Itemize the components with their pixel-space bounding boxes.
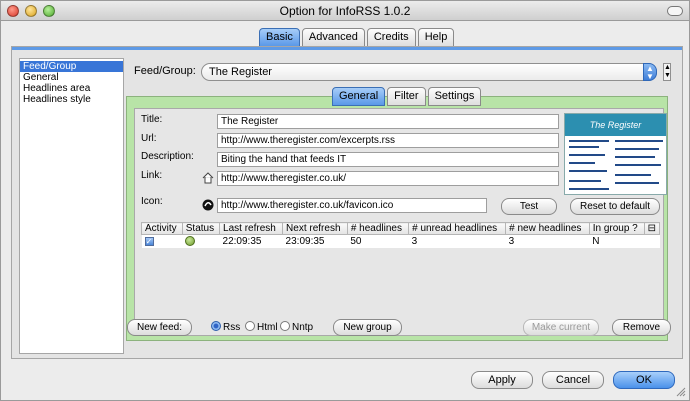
last-refresh-cell: 22:09:35 (219, 234, 283, 248)
column-last-refresh[interactable]: Last refresh (219, 222, 284, 235)
next-refresh-cell: 23:09:35 (282, 234, 348, 248)
main-tabs: Basic Advanced Credits Help (259, 28, 455, 48)
feed-stepper[interactable]: ▲ ▼ (663, 63, 671, 81)
feed-status-table: Activity Status Last refresh Next refres… (141, 222, 661, 248)
column-new-headlines[interactable]: # new headlines (505, 222, 590, 235)
title-bar: Option for InfoRSS 1.0.2 (1, 1, 689, 21)
remove-button[interactable]: Remove (612, 319, 671, 336)
headlines-cell: 50 (347, 234, 409, 248)
feed-group-selected: The Register (209, 66, 272, 78)
tab-general[interactable]: General (332, 87, 386, 106)
table-header-row: Activity Status Last refresh Next refres… (141, 222, 661, 235)
resize-grip-icon[interactable] (676, 387, 686, 397)
radio-nntp-label: Nntp (292, 322, 314, 333)
radio-rss[interactable]: Rss (211, 321, 240, 333)
unread-cell: 3 (408, 234, 506, 248)
tab-settings[interactable]: Settings (427, 87, 482, 106)
sidebar-item-feed-group[interactable]: Feed/Group (20, 61, 123, 72)
radio-rss-dot[interactable] (211, 321, 221, 331)
title-field[interactable]: The Register (217, 114, 559, 129)
radio-html-label: Html (257, 322, 278, 333)
sidebar-item-headlines-style[interactable]: Headlines style (20, 94, 123, 105)
close-window-button[interactable] (7, 5, 19, 17)
feed-group-select[interactable]: The Register ▲ ▼ (201, 63, 657, 81)
link-field[interactable]: http://www.theregister.co.uk/ (217, 171, 559, 186)
title-label: Title: (141, 114, 163, 125)
in-group-cell: N (589, 234, 645, 248)
icon-url-field[interactable]: http://www.theregister.co.uk/favicon.ico (217, 198, 487, 213)
preview-banner: The Register (565, 114, 666, 136)
url-field[interactable]: http://www.theregister.com/excerpts.rss (217, 133, 559, 148)
column-next-refresh[interactable]: Next refresh (282, 222, 348, 235)
new-cell: 3 (505, 234, 590, 248)
apply-button[interactable]: Apply (471, 371, 533, 389)
radio-html-dot[interactable] (245, 321, 255, 331)
toolbar-toggle-button[interactable] (667, 6, 683, 16)
make-current-button[interactable]: Make current (523, 319, 599, 336)
status-indicator-icon (185, 236, 196, 247)
column-status[interactable]: Status (181, 222, 221, 235)
sidebar: Feed/Group General Headlines area Headli… (19, 58, 124, 354)
radio-rss-label: Rss (223, 322, 241, 333)
reset-to-default-button[interactable]: Reset to default (570, 198, 660, 215)
register-logo-icon (202, 199, 214, 211)
zoom-window-button[interactable] (43, 5, 55, 17)
chevron-updown-icon[interactable]: ▲ ▼ (643, 63, 657, 81)
column-activity[interactable]: Activity (141, 222, 183, 235)
ok-button[interactable]: OK (613, 371, 675, 389)
feed-tabs: General Filter Settings (332, 87, 482, 106)
feed-preview-image: The Register (564, 113, 667, 195)
window-title: Option for InfoRSS 1.0.2 (279, 4, 411, 18)
table-row[interactable]: ✓ 22:09:35 23:09:35 50 3 3 N (141, 234, 660, 248)
column-picker-icon[interactable]: ⊟ (643, 222, 661, 235)
cancel-button[interactable]: Cancel (542, 371, 604, 389)
tab-help[interactable]: Help (417, 28, 455, 47)
new-feed-button[interactable]: New feed: (127, 319, 192, 336)
radio-nntp-dot[interactable] (280, 321, 290, 331)
tab-credits[interactable]: Credits (366, 28, 416, 47)
url-label: Url: (141, 133, 157, 144)
feed-group-label: Feed/Group: (134, 65, 196, 77)
general-settings-panel: Title: The Register Url: http://www.ther… (134, 108, 667, 336)
dialog-window: Option for InfoRSS 1.0.2 Basic Advanced … (0, 0, 690, 401)
activity-checkbox[interactable]: ✓ (144, 236, 154, 246)
column-in-group[interactable]: In group ? (588, 222, 645, 235)
feed-detail-panel: General Filter Settings Title: The Regis… (126, 87, 668, 341)
column-unread-headlines[interactable]: # unread headlines (408, 222, 507, 235)
radio-nntp[interactable]: Nntp (280, 321, 313, 333)
sidebar-item-headlines-area[interactable]: Headlines area (20, 83, 123, 94)
icon-label: Icon: (141, 196, 163, 207)
column-headlines[interactable]: # headlines (346, 222, 410, 235)
tab-basic[interactable]: Basic (259, 28, 300, 47)
home-icon[interactable] (202, 172, 214, 184)
sidebar-item-general[interactable]: General (20, 72, 123, 83)
test-button[interactable]: Test (501, 198, 557, 215)
tab-advanced[interactable]: Advanced (301, 28, 365, 47)
description-label: Description: (141, 151, 194, 162)
panel-accent-bar (12, 47, 682, 50)
minimize-window-button[interactable] (25, 5, 37, 17)
tab-filter[interactable]: Filter (387, 87, 426, 106)
link-label: Link: (141, 170, 163, 181)
new-group-button[interactable]: New group (333, 319, 402, 336)
description-field[interactable]: Biting the hand that feeds IT (217, 152, 559, 167)
basic-panel: Feed/Group General Headlines area Headli… (11, 46, 683, 359)
radio-html[interactable]: Html (245, 321, 278, 333)
